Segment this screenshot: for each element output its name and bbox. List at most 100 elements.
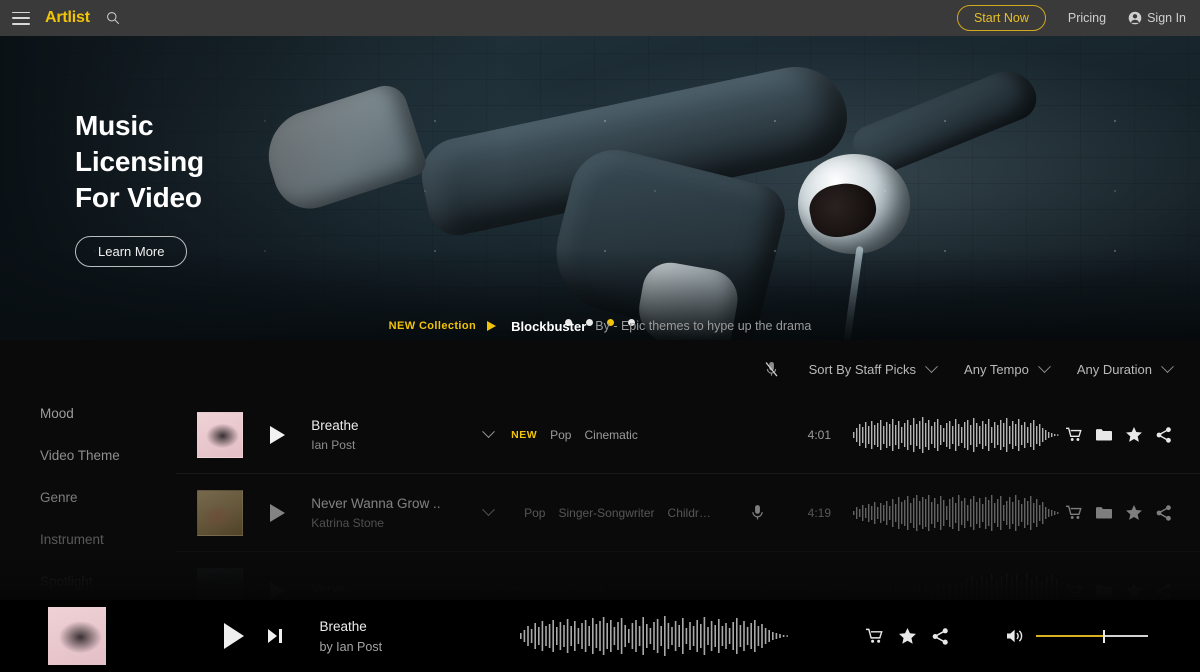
collection-new-label: NEW Collection xyxy=(388,320,477,332)
collection-strip: NEW Collection Blockbuster By - Epic the… xyxy=(0,312,1200,340)
artlist-logo[interactable]: Artlist xyxy=(45,9,90,27)
filter-sidebar: Mood Video Theme Genre Instrument Spotli… xyxy=(0,392,176,602)
table-row[interactable]: Breathe Ian Post NEW Pop Cinematic 4:01 xyxy=(176,396,1200,474)
pricing-link[interactable]: Pricing xyxy=(1068,11,1106,25)
share-icon[interactable] xyxy=(1156,582,1172,599)
hero-title-line-2: Licensing xyxy=(75,146,204,178)
sign-in-link[interactable]: Sign In xyxy=(1128,11,1186,25)
folder-icon[interactable] xyxy=(1096,506,1112,519)
duration-dropdown[interactable]: Any Duration xyxy=(1063,359,1186,377)
track-meta: Verve xyxy=(311,581,466,601)
track-duration: 4:01 xyxy=(807,427,831,442)
sort-by-label: Sort By Staff Picks xyxy=(808,361,917,377)
share-icon[interactable] xyxy=(932,627,949,645)
start-now-button[interactable]: Start Now xyxy=(956,5,1046,31)
chevron-down-icon xyxy=(1037,359,1051,373)
volume-slider[interactable] xyxy=(1036,628,1148,644)
album-art[interactable] xyxy=(197,489,243,536)
waveform[interactable] xyxy=(831,415,1090,455)
play-button[interactable] xyxy=(224,623,244,649)
sidebar-item-instrument[interactable]: Instrument xyxy=(0,518,176,560)
star-icon[interactable] xyxy=(1126,427,1142,442)
folder-icon[interactable] xyxy=(1096,428,1112,441)
track-duration: 3:31 xyxy=(807,583,831,598)
volume-handle[interactable] xyxy=(1103,630,1105,643)
search-icon[interactable] xyxy=(106,11,120,25)
status-badge: NEW xyxy=(511,428,538,441)
share-icon[interactable] xyxy=(1156,504,1172,521)
track-duration: 4:19 xyxy=(807,505,831,520)
star-icon[interactable] xyxy=(899,628,916,644)
cart-icon[interactable] xyxy=(1066,583,1082,598)
track-meta: Breathe Ian Post xyxy=(311,418,466,452)
tag[interactable]: Rock xyxy=(577,584,604,598)
album-art[interactable] xyxy=(197,411,243,458)
duration-label: Any Duration xyxy=(1076,361,1152,377)
expand-track-icon[interactable] xyxy=(466,581,511,595)
microphone-off-icon[interactable] xyxy=(748,361,795,378)
track-meta: Never Wanna Grow .. Katrina Stone xyxy=(311,496,466,530)
user-icon xyxy=(1128,11,1142,25)
track-artist: Ian Post xyxy=(311,437,356,452)
track-tags: NEW Pop Cinematic xyxy=(511,428,735,442)
collection-description: By - Epic themes to hype up the drama xyxy=(595,319,812,333)
track-list: Breathe Ian Post NEW Pop Cinematic 4:01 xyxy=(176,396,1200,630)
play-icon[interactable] xyxy=(243,581,311,600)
volume-control xyxy=(1007,628,1148,644)
top-header: Artlist Start Now Pricing Sign In xyxy=(0,0,1200,36)
track-title: Breathe xyxy=(311,417,359,433)
cart-icon[interactable] xyxy=(866,628,883,644)
track-actions xyxy=(1066,504,1200,521)
waveform[interactable] xyxy=(831,493,1090,533)
sidebar-item-spotlight[interactable]: Spotlight xyxy=(0,560,176,602)
page-title: Music Licensing For Video xyxy=(75,108,204,216)
hamburger-icon[interactable] xyxy=(12,11,30,25)
sort-by-dropdown[interactable]: Sort By Staff Picks xyxy=(795,359,950,377)
chevron-down-icon xyxy=(925,359,938,373)
table-row[interactable]: Never Wanna Grow .. Katrina Stone Pop Si… xyxy=(176,474,1200,552)
now-playing-title: Breathe xyxy=(319,618,367,634)
vocals-indicator xyxy=(735,504,780,521)
star-icon[interactable] xyxy=(1126,583,1142,598)
sidebar-item-genre[interactable]: Genre xyxy=(0,476,176,518)
cart-icon[interactable] xyxy=(1066,505,1082,520)
now-playing-artist: by Ian Post xyxy=(319,639,383,654)
chevron-down-icon xyxy=(1161,359,1174,373)
expand-track-icon[interactable] xyxy=(466,503,511,517)
microphone-icon xyxy=(752,505,764,520)
star-icon[interactable] xyxy=(1126,505,1142,520)
sidebar-item-mood[interactable]: Mood xyxy=(0,392,176,434)
filter-bar: Sort By Staff Picks Any Tempo Any Durati… xyxy=(748,352,1186,386)
share-icon[interactable] xyxy=(1156,426,1172,443)
next-track-button[interactable] xyxy=(268,629,282,643)
learn-more-button[interactable]: Learn More xyxy=(75,236,188,268)
collection-play-icon[interactable] xyxy=(487,321,497,331)
collection-name[interactable]: Blockbuster xyxy=(511,319,586,334)
player-bar: Breathe by Ian Post xyxy=(0,600,1200,672)
tag[interactable]: Cinematic xyxy=(584,428,637,442)
volume-remaining xyxy=(1104,635,1148,637)
folder-icon[interactable] xyxy=(1096,584,1112,597)
tag[interactable]: Pop xyxy=(550,428,571,442)
hero-copy: Music Licensing For Video Learn More xyxy=(75,108,204,268)
player-waveform[interactable] xyxy=(519,612,867,660)
play-icon[interactable] xyxy=(243,503,311,522)
volume-icon[interactable] xyxy=(1007,628,1026,644)
play-icon[interactable] xyxy=(243,425,311,444)
tempo-dropdown[interactable]: Any Tempo xyxy=(950,359,1063,377)
track-actions xyxy=(1066,582,1200,599)
cart-icon[interactable] xyxy=(1066,427,1082,442)
tag[interactable]: Pop xyxy=(524,506,545,520)
track-tags: Pop Singer-Songwriter Childre... xyxy=(511,506,735,520)
sidebar-item-video-theme[interactable]: Video Theme xyxy=(0,434,176,476)
tag[interactable]: Cinematic xyxy=(511,584,564,598)
track-actions xyxy=(1066,426,1200,443)
tag[interactable]: Childre... xyxy=(668,506,716,520)
now-playing-meta: Breathe by Ian Post xyxy=(320,619,520,654)
tag[interactable]: Singer-Songwriter xyxy=(558,506,654,520)
player-actions xyxy=(866,627,949,645)
track-title: Verve xyxy=(311,580,346,596)
track-title: Never Wanna Grow .. xyxy=(311,495,441,511)
expand-track-icon[interactable] xyxy=(466,425,511,439)
now-playing-album-art[interactable] xyxy=(48,607,106,665)
